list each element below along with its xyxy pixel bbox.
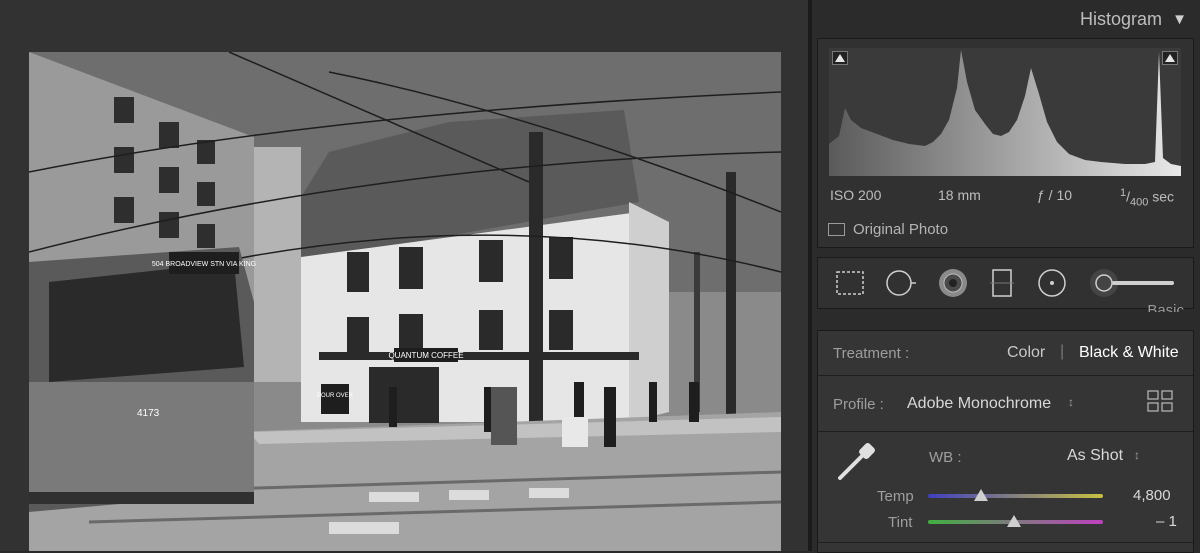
- crop-overlay-icon[interactable]: [834, 267, 866, 299]
- exif-shutter: 1/400 sec: [1120, 187, 1175, 209]
- original-photo-toggle[interactable]: Original Photo: [828, 221, 948, 238]
- checkbox-icon[interactable]: [828, 223, 845, 236]
- wb-select[interactable]: As Shot: [1067, 447, 1123, 465]
- tint-value[interactable]: – 1: [1156, 513, 1177, 530]
- separator: [818, 542, 1193, 543]
- photo-view-area: QUANTUM COFFEE POUR OVER 504 BROADVIEW S…: [0, 0, 808, 551]
- spot-removal-icon[interactable]: [884, 267, 916, 299]
- treatment-bw-button[interactable]: Black & White: [1079, 344, 1179, 362]
- wb-stepper-icon[interactable]: ↕: [1134, 448, 1140, 462]
- red-eye-icon[interactable]: [937, 267, 969, 299]
- profile-stepper-icon[interactable]: ↕: [1068, 395, 1074, 409]
- shadow-clipping-icon[interactable]: [832, 51, 848, 65]
- graduated-filter-icon[interactable]: [986, 267, 1018, 299]
- profile-grid-icon[interactable]: [1147, 390, 1175, 414]
- histogram-panel: ISO 200 18 mm ƒ / 10 1/400 sec Original …: [817, 38, 1194, 248]
- treatment-color-button[interactable]: Color: [1007, 344, 1045, 362]
- treatment-row: Treatment : Color | Black & White: [818, 331, 1193, 375]
- eyedropper-icon[interactable]: [834, 438, 880, 484]
- profile-select[interactable]: Adobe Monochrome: [907, 395, 1051, 413]
- photo-preview[interactable]: QUANTUM COFFEE POUR OVER 504 BROADVIEW S…: [29, 52, 781, 551]
- exif-focal-length: 18 mm: [938, 187, 981, 203]
- shutter-unit: sec: [1152, 188, 1175, 205]
- tint-label: Tint: [888, 514, 913, 531]
- white-balance-section: WB : As Shot ↕ Temp 4,800 Tint – 1: [818, 432, 1193, 542]
- temp-label: Temp: [877, 488, 914, 505]
- shutter-num: 1: [1120, 187, 1127, 199]
- temp-value[interactable]: 4,800: [1133, 487, 1171, 504]
- treatment-label: Treatment :: [833, 345, 910, 362]
- histogram-header[interactable]: Histogram ▼: [812, 0, 1200, 38]
- basic-panel: Treatment : Color | Black & White Profil…: [817, 330, 1194, 553]
- profile-row: Profile : Adobe Monochrome ↕: [818, 376, 1193, 431]
- streetcar-sign: 504 BROADVIEW STN VIA KING: [152, 261, 256, 268]
- triangle-down-icon[interactable]: ▼: [1172, 11, 1187, 28]
- wb-label: WB :: [929, 449, 962, 466]
- profile-label: Profile :: [833, 396, 884, 413]
- original-photo-label: Original Photo: [853, 221, 949, 238]
- basic-panel-title[interactable]: Basic: [1147, 302, 1184, 312]
- shop-sign: QUANTUM COFFEE: [388, 351, 463, 360]
- temp-slider-thumb[interactable]: [973, 489, 988, 501]
- tool-strip: [817, 257, 1194, 309]
- shutter-den: 400: [1130, 196, 1149, 209]
- highlight-clipping-icon[interactable]: [1162, 51, 1178, 65]
- streetcar-number: 4173: [137, 408, 160, 419]
- pour-sign: POUR OVER: [317, 393, 354, 399]
- adjustment-brush-icon[interactable]: [1088, 267, 1178, 299]
- histogram-title: Histogram: [1079, 9, 1162, 29]
- develop-right-panel: Histogram ▼ ISO 200 18 mm ƒ / 10 1/400 s…: [812, 0, 1200, 553]
- treatment-divider: |: [1060, 343, 1065, 360]
- tint-slider-thumb[interactable]: [1006, 515, 1021, 527]
- exif-aperture: ƒ / 10: [1037, 187, 1073, 203]
- radial-filter-icon[interactable]: [1036, 267, 1068, 299]
- temp-slider[interactable]: [928, 494, 1103, 498]
- exif-iso: ISO 200: [830, 187, 882, 203]
- histogram-graph[interactable]: [829, 48, 1181, 176]
